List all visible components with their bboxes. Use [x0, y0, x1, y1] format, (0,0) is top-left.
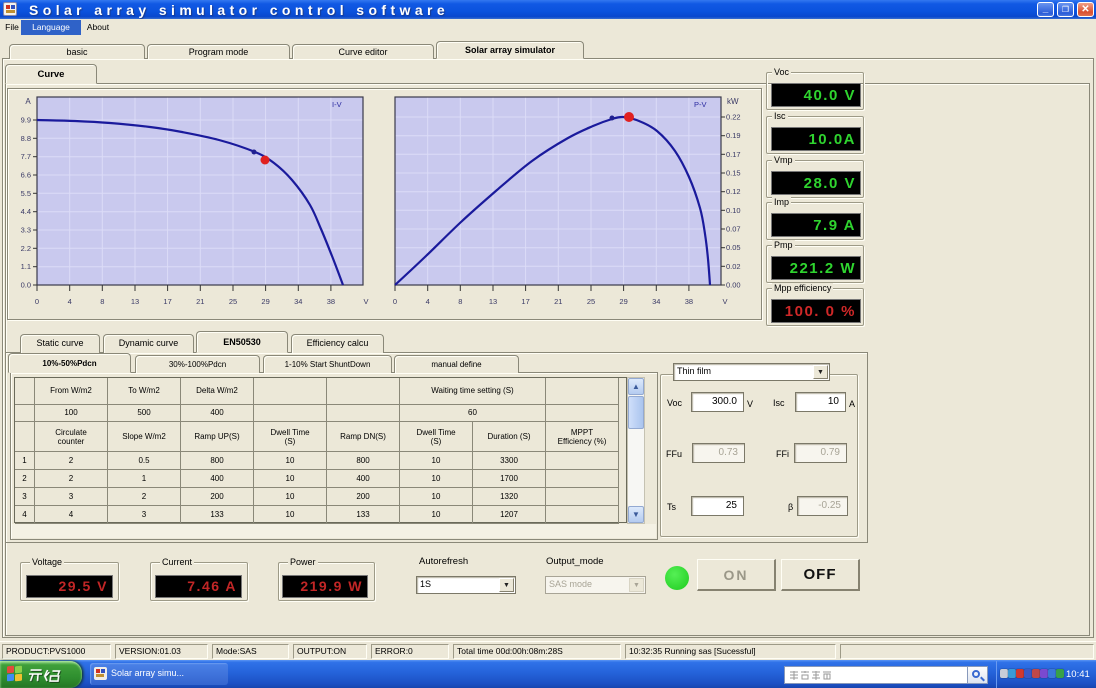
svg-text:6.6: 6.6: [21, 171, 31, 180]
svg-text:4.4: 4.4: [21, 207, 31, 216]
svg-text:P-V: P-V: [694, 100, 707, 109]
svg-text:0.00: 0.00: [726, 281, 741, 290]
svg-text:4: 4: [426, 297, 430, 306]
svg-text:8.8: 8.8: [21, 134, 31, 143]
svg-text:0.15: 0.15: [726, 169, 741, 178]
svg-text:4: 4: [68, 297, 72, 306]
svg-text:V: V: [363, 297, 368, 306]
svg-text:0: 0: [35, 297, 39, 306]
svg-text:V: V: [722, 297, 727, 306]
svg-text:0.07: 0.07: [726, 225, 741, 234]
svg-text:0.02: 0.02: [726, 262, 741, 271]
svg-text:34: 34: [294, 297, 302, 306]
svg-text:7.7: 7.7: [21, 152, 31, 161]
svg-text:0.22: 0.22: [726, 113, 741, 122]
svg-text:0.0: 0.0: [21, 281, 31, 290]
svg-text:0.12: 0.12: [726, 187, 741, 196]
svg-text:0: 0: [393, 297, 397, 306]
svg-text:1.1: 1.1: [21, 262, 31, 271]
svg-text:0.05: 0.05: [726, 243, 741, 252]
svg-text:A: A: [25, 97, 31, 106]
svg-text:0.10: 0.10: [726, 206, 741, 215]
svg-text:I-V: I-V: [332, 100, 342, 109]
svg-text:34: 34: [652, 297, 660, 306]
svg-text:25: 25: [229, 297, 237, 306]
svg-text:13: 13: [489, 297, 497, 306]
svg-text:9.9: 9.9: [21, 116, 31, 125]
svg-text:2.2: 2.2: [21, 244, 31, 253]
svg-text:kW: kW: [727, 97, 739, 106]
svg-text:17: 17: [521, 297, 529, 306]
svg-text:21: 21: [196, 297, 204, 306]
svg-text:29: 29: [619, 297, 627, 306]
svg-text:25: 25: [587, 297, 595, 306]
svg-text:38: 38: [685, 297, 693, 306]
svg-text:8: 8: [100, 297, 104, 306]
svg-text:0.19: 0.19: [726, 131, 741, 140]
svg-text:3.3: 3.3: [21, 226, 31, 235]
svg-text:5.5: 5.5: [21, 189, 31, 198]
svg-text:13: 13: [131, 297, 139, 306]
svg-text:29: 29: [261, 297, 269, 306]
svg-text:21: 21: [554, 297, 562, 306]
svg-text:38: 38: [327, 297, 335, 306]
svg-text:17: 17: [163, 297, 171, 306]
svg-text:8: 8: [458, 297, 462, 306]
svg-text:0.17: 0.17: [726, 150, 741, 159]
